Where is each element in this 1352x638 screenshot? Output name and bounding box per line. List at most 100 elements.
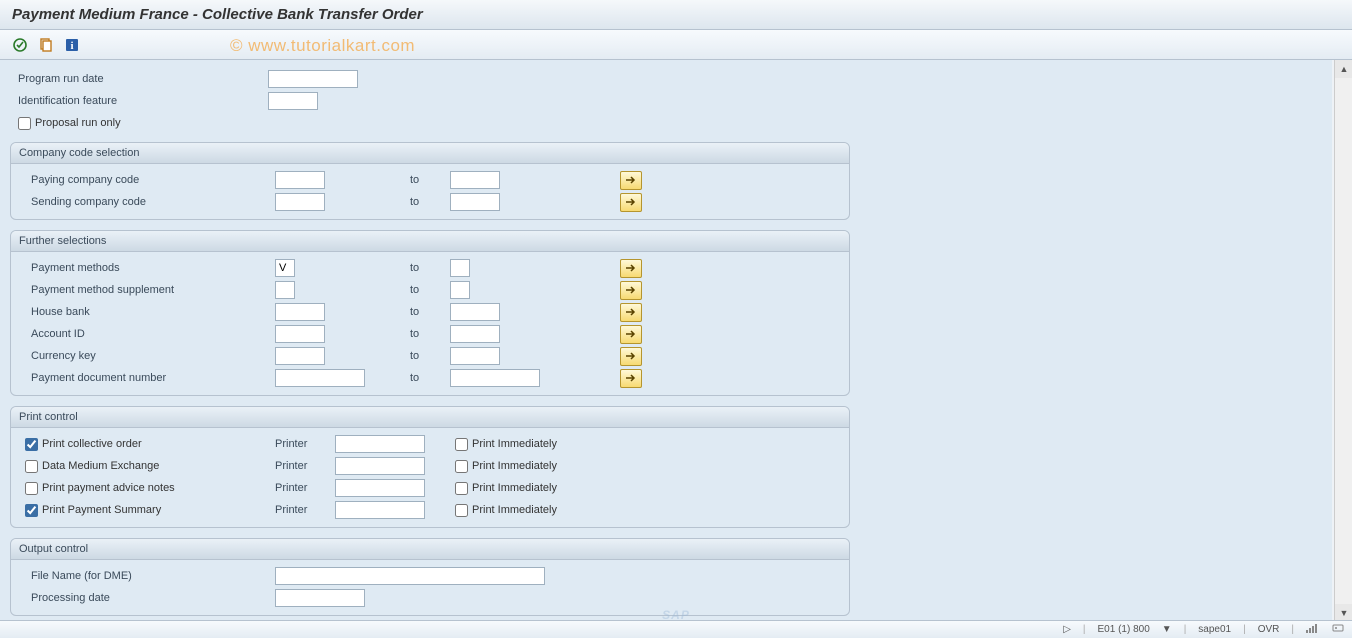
row-payment-doc: Payment document number to: [11, 367, 849, 389]
to-label: to: [410, 196, 450, 208]
to-label: to: [410, 372, 450, 384]
content-area: Program run date Identification feature …: [0, 60, 1332, 622]
row-house-bank: House bank to: [11, 301, 849, 323]
printer-input-1[interactable]: [335, 457, 425, 475]
currency-key-multiselect[interactable]: [620, 347, 642, 366]
group-company-code-header: Company code selection: [11, 143, 849, 164]
file-name-input[interactable]: [275, 567, 545, 585]
payment-methods-multiselect[interactable]: [620, 259, 642, 278]
row-processing-date: Processing date: [11, 587, 849, 609]
print-payment-summary-label: Print Payment Summary: [42, 504, 161, 516]
execute-button[interactable]: [10, 35, 30, 55]
proposal-run-only-label: Proposal run only: [35, 117, 121, 129]
payment-doc-from[interactable]: [275, 369, 365, 387]
house-bank-from[interactable]: [275, 303, 325, 321]
data-medium-exchange-label: Data Medium Exchange: [42, 460, 159, 472]
scroll-up-arrow[interactable]: ▲: [1335, 60, 1352, 78]
row-file-name: File Name (for DME): [11, 565, 849, 587]
print-payment-advice-label: Print payment advice notes: [42, 482, 175, 494]
payment-supplement-to[interactable]: [450, 281, 470, 299]
processing-date-input[interactable]: [275, 589, 365, 607]
house-bank-multiselect[interactable]: [620, 303, 642, 322]
payment-supplement-multiselect[interactable]: [620, 281, 642, 300]
paying-company-code-to[interactable]: [450, 171, 500, 189]
page-title: Payment Medium France - Collective Bank …: [12, 6, 423, 23]
sending-company-code-from[interactable]: [275, 193, 325, 211]
currency-key-to[interactable]: [450, 347, 500, 365]
print-immediately-label: Print Immediately: [472, 504, 557, 516]
printer-input-0[interactable]: [335, 435, 425, 453]
info-button[interactable]: i: [62, 35, 82, 55]
print-collective-order-checkbox[interactable]: [25, 438, 38, 451]
info-icon: i: [64, 37, 80, 53]
status-bar: ▷ | E01 (1) 800 ▼ | sape01 | OVR |: [0, 620, 1352, 638]
payment-doc-to[interactable]: [450, 369, 540, 387]
group-further-header: Further selections: [11, 231, 849, 252]
vertical-scrollbar[interactable]: ▲ ▼: [1334, 60, 1352, 622]
group-print-control: Print control Print collective order Pri…: [10, 406, 850, 528]
printer-label: Printer: [275, 460, 335, 472]
account-id-from[interactable]: [275, 325, 325, 343]
arrow-right-icon: [625, 329, 637, 339]
status-expand-icon[interactable]: ▷: [1063, 624, 1071, 635]
print-immediately-checkbox-1[interactable]: [455, 460, 468, 473]
to-label: to: [410, 328, 450, 340]
group-company-code: Company code selection Paying company co…: [10, 142, 850, 220]
printer-label: Printer: [275, 504, 335, 516]
variant-button[interactable]: [36, 35, 56, 55]
status-system: E01 (1) 800: [1098, 624, 1150, 635]
proposal-run-only-checkbox[interactable]: [18, 117, 31, 130]
print-payment-summary-checkbox[interactable]: [25, 504, 38, 517]
printer-input-3[interactable]: [335, 501, 425, 519]
row-payment-supplement: Payment method supplement to: [11, 279, 849, 301]
paying-company-code-multiselect[interactable]: [620, 171, 642, 190]
group-further-selections: Further selections Payment methods to Pa…: [10, 230, 850, 396]
account-id-multiselect[interactable]: [620, 325, 642, 344]
print-immediately-checkbox-2[interactable]: [455, 482, 468, 495]
payment-methods-label: Payment methods: [25, 262, 275, 274]
currency-key-from[interactable]: [275, 347, 325, 365]
currency-key-label: Currency key: [25, 350, 275, 362]
toolbar: i: [0, 30, 1352, 60]
sending-company-code-to[interactable]: [450, 193, 500, 211]
row-account-id: Account ID to: [11, 323, 849, 345]
print-row-2: Print payment advice notes Printer Print…: [11, 477, 849, 499]
account-id-to[interactable]: [450, 325, 500, 343]
to-label: to: [410, 306, 450, 318]
payment-methods-from[interactable]: [275, 259, 295, 277]
print-row-3: Print Payment Summary Printer Print Imme…: [11, 499, 849, 521]
payment-doc-multiselect[interactable]: [620, 369, 642, 388]
print-immediately-label: Print Immediately: [472, 460, 557, 472]
program-run-date-input[interactable]: [268, 70, 358, 88]
paying-company-code-from[interactable]: [275, 171, 325, 189]
identification-feature-input[interactable]: [268, 92, 318, 110]
sending-company-code-multiselect[interactable]: [620, 193, 642, 212]
status-signal-icon: [1306, 623, 1320, 636]
row-identification-feature: Identification feature: [4, 90, 1332, 112]
payment-doc-label: Payment document number: [25, 372, 275, 384]
row-proposal-run-only: Proposal run only: [4, 112, 1332, 134]
to-label: to: [410, 284, 450, 296]
to-label: to: [410, 350, 450, 362]
arrow-right-icon: [625, 373, 637, 383]
printer-label: Printer: [275, 482, 335, 494]
print-immediately-checkbox-3[interactable]: [455, 504, 468, 517]
payment-supplement-label: Payment method supplement: [25, 284, 275, 296]
execute-icon: [12, 37, 28, 53]
processing-date-label: Processing date: [25, 592, 275, 604]
sending-company-code-label: Sending company code: [25, 196, 275, 208]
printer-input-2[interactable]: [335, 479, 425, 497]
row-payment-methods: Payment methods to: [11, 257, 849, 279]
row-currency-key: Currency key to: [11, 345, 849, 367]
dropdown-icon[interactable]: ▼: [1162, 624, 1172, 635]
print-payment-advice-checkbox[interactable]: [25, 482, 38, 495]
print-immediately-checkbox-0[interactable]: [455, 438, 468, 451]
data-medium-exchange-checkbox[interactable]: [25, 460, 38, 473]
file-name-label: File Name (for DME): [25, 570, 275, 582]
house-bank-to[interactable]: [450, 303, 500, 321]
group-output-control-header: Output control: [11, 539, 849, 560]
printer-label: Printer: [275, 438, 335, 450]
payment-supplement-from[interactable]: [275, 281, 295, 299]
paying-company-code-label: Paying company code: [25, 174, 275, 186]
payment-methods-to[interactable]: [450, 259, 470, 277]
